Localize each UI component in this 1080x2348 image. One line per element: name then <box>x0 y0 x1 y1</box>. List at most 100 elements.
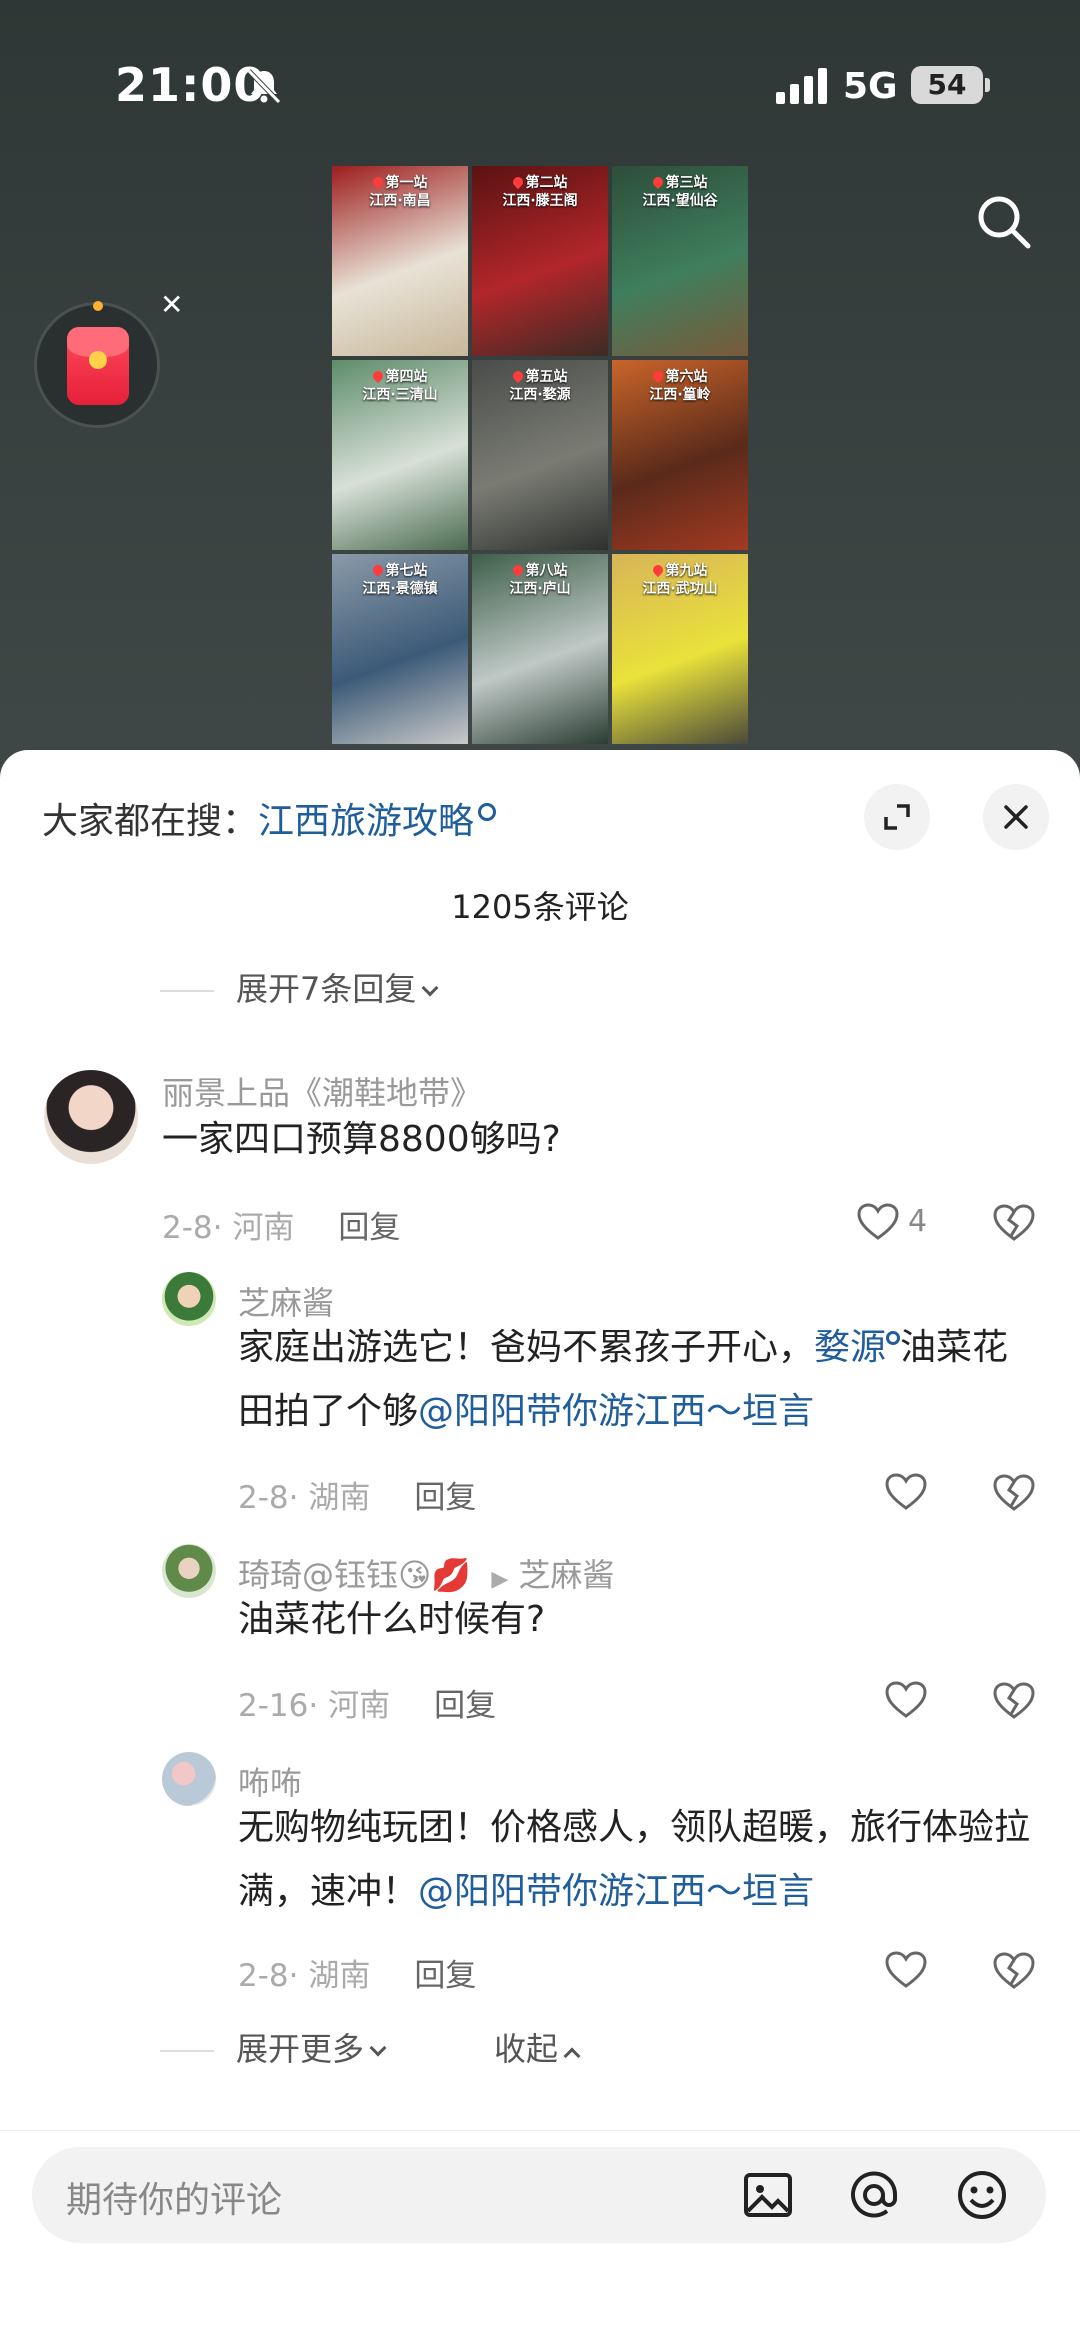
avatar[interactable] <box>162 1544 216 1598</box>
chevron-down-icon <box>421 979 439 997</box>
network-type: 5G <box>843 66 898 107</box>
heart-icon[interactable] <box>856 1202 900 1242</box>
hot-search-prefix: 大家都在搜： <box>42 801 259 842</box>
battery-icon: 54 <box>911 66 990 104</box>
reply-location: 湖南 <box>308 1958 371 1994</box>
reply-button[interactable]: 回复 <box>414 1480 476 1516</box>
tile-caption-place: 江西·武功山 <box>642 581 718 597</box>
heart-icon[interactable] <box>884 1950 928 1990</box>
broken-heart-icon[interactable] <box>992 1472 1036 1514</box>
tile-caption-stop: 第三站 <box>665 175 708 191</box>
reply-location: 湖南 <box>308 1480 371 1516</box>
expand-replies-button[interactable]: 展开7条回复 <box>160 964 439 1010</box>
avatar[interactable] <box>162 1752 216 1806</box>
heart-icon[interactable] <box>884 1680 928 1720</box>
video-tile: 第三站江西·望仙谷 <box>612 166 748 356</box>
mention-link[interactable]: @阳阳带你游江西～垣言 <box>418 1871 814 1912</box>
reply-text: 油菜花什么时候有? <box>238 1599 546 1640</box>
expand-panel-button[interactable] <box>864 784 930 850</box>
location-pin-icon <box>510 174 525 190</box>
broken-heart-icon[interactable] <box>992 1680 1036 1722</box>
reply-meta: 2-8· 湖南 回复 <box>238 1958 477 1994</box>
comment-panel: 大家都在搜：江西旅游攻略 1205条评论 展开7条回复 丽景上品《潮鞋地带》 一… <box>0 750 1080 2348</box>
comment-meta: 2-8· 河南 回复 <box>162 1210 401 1246</box>
tile-caption-place: 江西·婺源 <box>509 387 571 403</box>
broken-heart-icon[interactable] <box>992 1950 1036 1992</box>
tile-caption-stop: 第二站 <box>525 175 568 191</box>
avatar[interactable] <box>44 1070 138 1164</box>
comment-count: 1205条评论 <box>451 888 629 926</box>
hot-search-keyword[interactable]: 江西旅游攻略 <box>258 801 474 842</box>
reply-button[interactable]: 回复 <box>414 1958 476 1994</box>
video-tile: 第四站江西·三清山 <box>332 360 468 550</box>
tile-caption-place: 江西·滕王阁 <box>502 193 578 209</box>
close-panel-button[interactable] <box>983 784 1049 850</box>
tile-caption-stop: 第八站 <box>525 563 568 579</box>
tile-caption: 第四站江西·三清山 <box>332 368 468 404</box>
location-pin-icon <box>510 562 525 578</box>
reply-text: 无购物纯玩团！价格感人，领队超暖，旅行体验拉满，速冲！@阳阳带你游江西～垣言 <box>238 1796 1038 1924</box>
expand-more-label: 展开更多 <box>236 2030 365 2068</box>
broken-heart-icon[interactable] <box>992 1202 1036 1244</box>
hot-search[interactable]: 大家都在搜：江西旅游攻略 <box>42 792 497 844</box>
red-packet-button[interactable] <box>34 301 160 428</box>
tile-caption-place: 江西·庐山 <box>509 581 571 597</box>
notification-dot <box>93 301 103 311</box>
avatar[interactable] <box>162 1272 216 1326</box>
location-pin-icon <box>650 174 665 190</box>
video-tile: 第八站江西·庐山 <box>472 554 608 744</box>
video-collage: 第一站 江西·南昌 第二站 江西·滕王阁 第三站 江西·望仙谷 第四站 江西·三清山 第五站 江西… <box>332 166 748 750</box>
heart-icon[interactable] <box>884 1472 928 1512</box>
expand-more-button[interactable]: 展开更多 <box>160 2024 387 2070</box>
reply-date: 2-8 <box>238 1480 289 1516</box>
location-pin-icon <box>510 368 525 384</box>
comment-location: 河南 <box>232 1210 295 1246</box>
tile-caption-place: 江西·望仙谷 <box>642 193 718 209</box>
video-tile: 第五站 江西·婺源 <box>472 360 608 550</box>
chevron-up-icon <box>563 2047 581 2065</box>
reply-text-part: 家庭出游选它！爸妈不累孩子开心， <box>238 1327 815 1368</box>
at-icon[interactable] <box>846 2167 902 2223</box>
tile-caption-stop: 第九站 <box>665 563 708 579</box>
comment-composer: 期待你的评论 <box>0 2130 1080 2348</box>
mention-link[interactable]: @阳阳带你游江西～垣言 <box>418 1391 814 1432</box>
tile-caption-place: 江西·三清山 <box>362 387 438 403</box>
video-tile: 第一站 江西·南昌 <box>332 166 468 356</box>
search-icon <box>886 1331 901 1345</box>
tile-caption: 第一站 江西·南昌 <box>332 174 468 210</box>
location-pin-icon <box>650 562 665 578</box>
image-icon[interactable] <box>740 2167 796 2223</box>
expand-replies-label: 展开7条回复 <box>236 970 417 1008</box>
reply-button[interactable]: 回复 <box>338 1210 400 1246</box>
location-pin-icon <box>370 562 385 578</box>
tile-caption: 第五站 江西·婺源 <box>472 368 608 404</box>
video-tile: 第六站 江西·篁岭 <box>612 360 748 550</box>
expand-icon <box>884 804 910 830</box>
red-packet-close-icon[interactable]: ✕ <box>160 288 183 321</box>
tile-caption-stop: 第七站 <box>385 563 428 579</box>
search-icon[interactable] <box>972 190 1036 254</box>
chevron-down-icon <box>369 2039 387 2057</box>
reply-button[interactable]: 回复 <box>434 1688 496 1724</box>
like-count: 4 <box>908 1204 928 1239</box>
video-area[interactable]: 21:00 5G 54 ✕ 第一站 江西·南昌 第二站 江西·滕王阁 第三站 江西·望仙谷… <box>0 0 1080 790</box>
tile-caption-stop: 第四站 <box>385 369 428 385</box>
comment-text: 一家四口预算8800够吗? <box>162 1119 561 1160</box>
emoji-icon[interactable] <box>954 2167 1010 2223</box>
tile-caption: 第二站江西·滕王阁 <box>472 174 608 210</box>
search-icon <box>478 803 497 821</box>
close-icon <box>1004 805 1028 829</box>
reply-meta: 2-16· 河南 回复 <box>238 1688 497 1724</box>
tile-caption: 第九站江西·武功山 <box>612 562 748 598</box>
reply-meta: 2-8· 湖南 回复 <box>238 1480 477 1516</box>
status-bar: 21:00 5G 54 <box>0 0 1080 170</box>
tile-caption: 第六站 江西·篁岭 <box>612 368 748 404</box>
collapse-button[interactable]: 收起 <box>494 2024 581 2070</box>
video-tile: 第九站江西·武功山 <box>612 554 748 744</box>
signal-icon <box>776 68 827 104</box>
search-keyword-link[interactable]: 婺源 <box>814 1327 886 1368</box>
comment-date: 2-8 <box>162 1210 213 1246</box>
tile-caption-place: 江西·南昌 <box>369 193 431 209</box>
collapse-label: 收起 <box>494 2030 559 2068</box>
bell-off-icon <box>247 69 281 104</box>
